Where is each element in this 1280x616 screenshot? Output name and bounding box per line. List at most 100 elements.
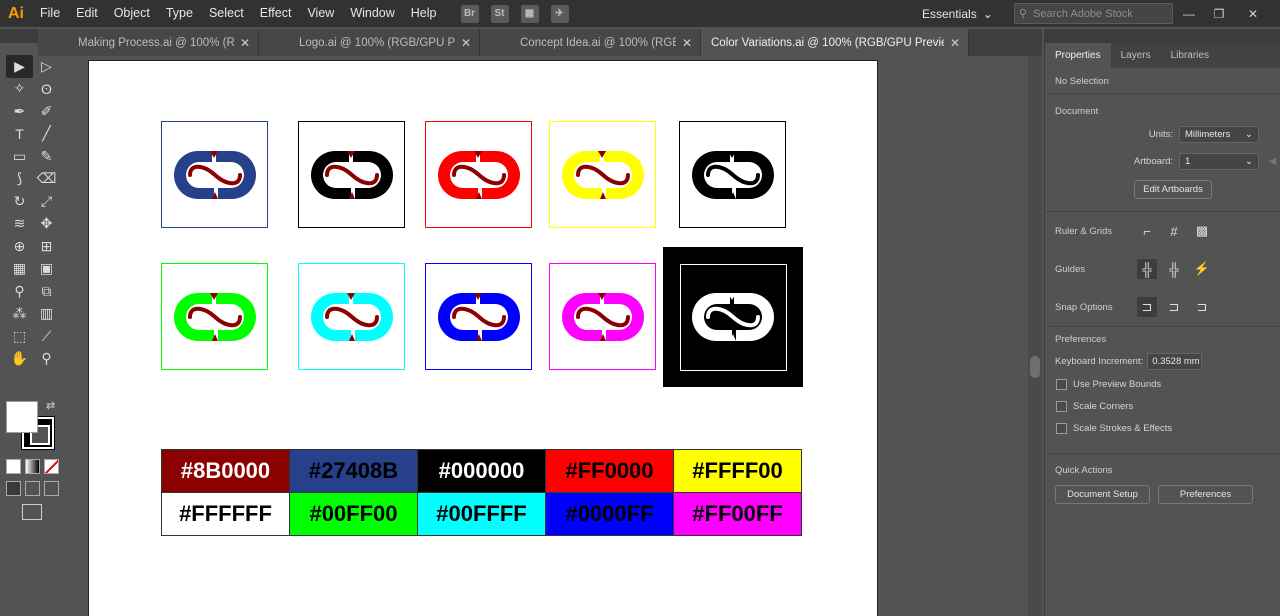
color-mode-button[interactable]: [6, 459, 21, 474]
artboard-tool[interactable]: ⬚: [6, 325, 33, 348]
logo-variant[interactable]: [161, 121, 268, 228]
draw-behind-button[interactable]: [25, 481, 40, 496]
panel-tab-libraries[interactable]: Libraries: [1161, 43, 1219, 68]
lock-guides-icon[interactable]: ╬: [1164, 259, 1184, 279]
document-setup-button[interactable]: Document Setup: [1055, 485, 1150, 504]
restore-button[interactable]: ❐: [1206, 0, 1232, 27]
free-transform-tool[interactable]: ✥: [33, 213, 60, 236]
gradient-mode-button[interactable]: [25, 459, 40, 474]
logo-variant[interactable]: [549, 121, 656, 228]
none-mode-button[interactable]: [44, 459, 59, 474]
logo-variant[interactable]: [549, 263, 656, 370]
logo-variant[interactable]: [425, 121, 532, 228]
units-dropdown[interactable]: Millimeters ⌄: [1179, 126, 1259, 143]
direct-selection-tool[interactable]: ▷: [33, 55, 60, 78]
vertical-scrollbar[interactable]: [1028, 56, 1042, 616]
snap-to-pixel-icon[interactable]: ⊐: [1192, 297, 1212, 317]
snap-to-grid-icon[interactable]: ⊐: [1164, 297, 1184, 317]
bridge-icon[interactable]: Br: [460, 4, 479, 23]
draw-normal-button[interactable]: [6, 481, 21, 496]
show-guides-icon[interactable]: ╬: [1137, 259, 1157, 279]
warp-tool[interactable]: ≋: [6, 213, 33, 236]
checkbox-box[interactable]: [1056, 423, 1067, 434]
mesh-tool[interactable]: ▦: [6, 258, 33, 281]
close-tab-icon[interactable]: ✕: [240, 36, 250, 50]
artboard[interactable]: #8B0000 #27408B #000000 #FF0000 #FFFF00 #FFFF…: [88, 60, 878, 616]
menu-help[interactable]: Help: [403, 0, 445, 27]
checkbox-box[interactable]: [1056, 379, 1067, 390]
rotate-tool[interactable]: ↻: [6, 190, 33, 213]
eyedropper-tool[interactable]: ⚲: [6, 280, 33, 303]
transparency-grid-icon[interactable]: ▩: [1192, 221, 1212, 241]
draw-inside-button[interactable]: [44, 481, 59, 496]
close-tab-icon[interactable]: ✕: [682, 36, 692, 50]
shaper-tool[interactable]: ⟆: [6, 168, 33, 191]
use-preview-bounds-checkbox[interactable]: Use Preview Bounds: [1056, 379, 1161, 390]
smart-guides-icon[interactable]: ⚡: [1192, 259, 1212, 279]
scale-corners-checkbox[interactable]: Scale Corners: [1056, 401, 1133, 412]
slice-tool[interactable]: ⟋: [33, 325, 60, 348]
column-graph-tool[interactable]: ▥: [33, 303, 60, 326]
color-swatch-cell[interactable]: #00FFFF: [417, 492, 546, 536]
minimize-button[interactable]: —: [1176, 0, 1202, 27]
arrange-documents-icon[interactable]: ▦: [520, 4, 539, 23]
close-window-button[interactable]: ✕: [1240, 0, 1266, 27]
stock-icon[interactable]: St: [490, 4, 509, 23]
color-swatch-cell[interactable]: #FF0000: [545, 449, 674, 493]
gpu-performance-icon[interactable]: ✈: [550, 4, 569, 23]
menu-effect[interactable]: Effect: [252, 0, 300, 27]
close-tab-icon[interactable]: ✕: [950, 36, 960, 50]
shape-builder-tool[interactable]: ⊕: [6, 235, 33, 258]
edit-artboards-button[interactable]: Edit Artboards: [1134, 180, 1212, 199]
color-swatch-cell[interactable]: #FF00FF: [673, 492, 802, 536]
document-tab[interactable]: Color Variations.ai @ 100% (RGB/GPU Prev…: [701, 29, 969, 56]
scroll-thumb[interactable]: [1030, 356, 1040, 378]
curvature-tool[interactable]: ✐: [33, 100, 60, 123]
color-swatch-cell[interactable]: #FFFF00: [673, 449, 802, 493]
artboard-dropdown[interactable]: 1 ⌄: [1179, 153, 1259, 170]
pen-tool[interactable]: ✒: [6, 100, 33, 123]
blend-tool[interactable]: ⧉: [33, 280, 60, 303]
panel-tab-properties[interactable]: Properties: [1045, 43, 1111, 68]
document-tab[interactable]: Making Process.ai @ 100% (RGB/GPU ... ✕: [38, 29, 259, 56]
color-swatch-cell[interactable]: #00FF00: [289, 492, 418, 536]
ruler-icon[interactable]: ⌐: [1137, 221, 1157, 241]
menu-file[interactable]: File: [32, 0, 68, 27]
panel-tab-layers[interactable]: Layers: [1111, 43, 1161, 68]
logo-variant[interactable]: [161, 263, 268, 370]
magic-wand-tool[interactable]: ✧: [6, 78, 33, 101]
gradient-tool[interactable]: ▣: [33, 258, 60, 281]
menu-window[interactable]: Window: [342, 0, 402, 27]
screen-mode-button[interactable]: [22, 504, 42, 520]
logo-variant[interactable]: [679, 121, 786, 228]
logo-variant[interactable]: [298, 263, 405, 370]
menu-object[interactable]: Object: [106, 0, 158, 27]
eraser-tool[interactable]: ⌫: [33, 168, 60, 191]
workspace-switcher[interactable]: Essentials ⌄: [922, 4, 993, 24]
scale-strokes-checkbox[interactable]: Scale Strokes & Effects: [1056, 423, 1172, 434]
menu-view[interactable]: View: [299, 0, 342, 27]
canvas-area[interactable]: #8B0000 #27408B #000000 #FF0000 #FFFF00 #FFFF…: [64, 56, 1030, 616]
type-tool[interactable]: T: [6, 123, 33, 146]
close-tab-icon[interactable]: ✕: [461, 36, 471, 50]
grid-icon[interactable]: #: [1164, 221, 1184, 241]
document-tab[interactable]: Concept Idea.ai @ 100% (RGB/GPU Pre... ✕: [480, 29, 701, 56]
prev-artboard-icon[interactable]: ◀: [1269, 156, 1276, 167]
symbol-sprayer-tool[interactable]: ⁂: [6, 303, 33, 326]
line-segment-tool[interactable]: ╱: [33, 123, 60, 146]
document-tab[interactable]: Logo.ai @ 100% (RGB/GPU Previe... ✕: [259, 29, 480, 56]
color-swatch-cell[interactable]: #27408B: [289, 449, 418, 493]
zoom-tool[interactable]: ⚲: [33, 348, 60, 371]
search-stock-field[interactable]: ⚲ Search Adobe Stock: [1014, 3, 1173, 24]
menu-edit[interactable]: Edit: [68, 0, 106, 27]
rectangle-tool[interactable]: ▭: [6, 145, 33, 168]
color-swatch-cell[interactable]: #8B0000: [161, 449, 290, 493]
color-swatch-cell[interactable]: #0000FF: [545, 492, 674, 536]
keyboard-increment-input[interactable]: 0.3528 mm: [1147, 353, 1203, 370]
color-swatch-cell[interactable]: #FFFFFF: [161, 492, 290, 536]
color-swatch-cell[interactable]: #000000: [417, 449, 546, 493]
lasso-tool[interactable]: ʘ: [33, 78, 60, 101]
paintbrush-tool[interactable]: ✎: [33, 145, 60, 168]
logo-variant[interactable]: [425, 263, 532, 370]
panel-header[interactable]: [1045, 29, 1280, 43]
